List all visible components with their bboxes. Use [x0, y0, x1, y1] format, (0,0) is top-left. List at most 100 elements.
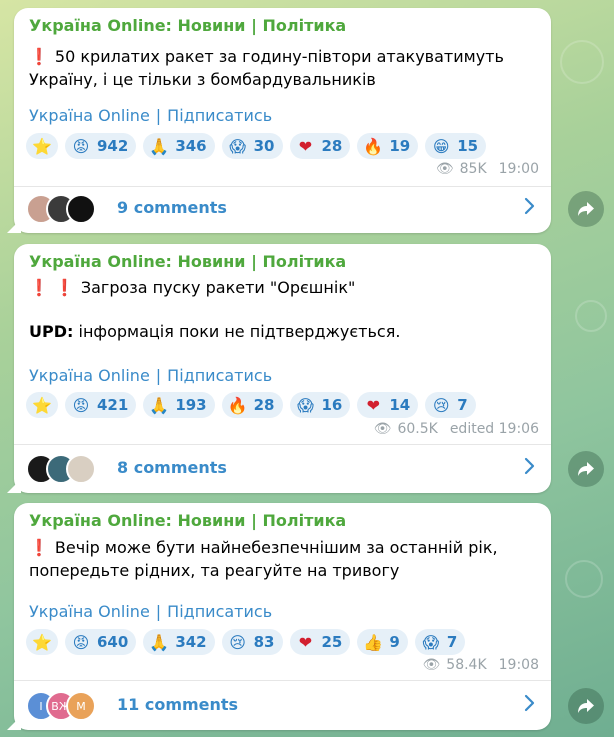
reaction-scream[interactable]: 😱 30 — [221, 133, 283, 159]
post-update: UPD: інформація поки не підтверджується. — [29, 322, 401, 341]
channel-name[interactable]: Україна Online: Новини | Політика — [29, 16, 346, 35]
reaction-fire[interactable]: 🔥 28 — [221, 392, 283, 418]
avatar: М — [66, 691, 96, 721]
channel-link[interactable]: Україна Online — [29, 106, 150, 125]
share-arrow-icon — [578, 699, 594, 713]
avatar — [66, 194, 96, 224]
folded-hands-icon: 🙏 — [149, 395, 170, 415]
share-button[interactable] — [568, 451, 604, 487]
eye-icon: 👁 — [435, 161, 454, 177]
eye-icon: 👁 — [422, 657, 441, 673]
reaction-grin[interactable]: 😁 15 — [425, 133, 487, 159]
background-doodle — [565, 560, 603, 598]
reaction-scream[interactable]: 😱 7 — [414, 629, 466, 655]
reaction-fire[interactable]: 🔥 19 — [357, 133, 419, 159]
crying-face-icon: 😢 — [229, 632, 246, 652]
comments-count[interactable]: 11 comments — [117, 695, 238, 714]
reactions-bar: ⭐ 😡 421 🙏 193 🔥 28 😱 16 ❤ 14 😢 7 — [26, 392, 476, 418]
folded-hands-icon: 🙏 — [149, 632, 170, 652]
reactions-bar: ⭐ 😡 640 🙏 342 😢 83 ❤ 25 👍 9 😱 7 — [26, 629, 466, 655]
reaction-angry[interactable]: 😡 640 — [65, 629, 137, 655]
channel-post: Україна Online: Новини | Політика ❗ ❗ Загр… — [7, 244, 551, 493]
share-button[interactable] — [568, 688, 604, 724]
fire-icon: 🔥 — [363, 136, 384, 156]
channel-post: Україна Online: Новини | Політика ❗ Вечір… — [7, 503, 551, 730]
reaction-pray[interactable]: 🙏 346 — [143, 133, 215, 159]
reactions-bar: ⭐ 😡 942 🙏 346 😱 30 ❤ 28 🔥 19 😁 15 — [26, 133, 487, 159]
commenter-avatars: І ВЖ М — [26, 691, 96, 721]
post-time: 19:00 — [498, 161, 539, 177]
reaction-scream[interactable]: 😱 16 — [289, 392, 351, 418]
exclamation-icon: ❗ — [29, 278, 49, 297]
reaction-angry[interactable]: 😡 421 — [65, 392, 137, 418]
commenter-avatars — [26, 454, 96, 484]
grin-face-icon: 😁 — [432, 136, 450, 156]
comments-row[interactable]: 9 comments — [14, 183, 551, 233]
reaction-star[interactable]: ⭐ — [26, 133, 58, 159]
share-button[interactable] — [568, 191, 604, 227]
share-arrow-icon — [578, 202, 594, 216]
chevron-right-icon[interactable] — [523, 694, 537, 712]
comments-row[interactable]: 8 comments — [14, 443, 551, 493]
angry-face-icon: 😡 — [72, 136, 90, 156]
post-text: ❗ Вечір може бути найнебезпечнішим за ост… — [29, 538, 498, 580]
eye-icon: 👁 — [373, 421, 392, 437]
post-meta: 👁 60.5K edited 19:06 — [374, 421, 539, 437]
subscribe-link[interactable]: Підписатись — [167, 602, 272, 621]
reaction-star[interactable]: ⭐ — [26, 392, 58, 418]
folded-hands-icon: 🙏 — [149, 136, 170, 156]
heart-icon: ❤ — [298, 136, 313, 156]
comments-row[interactable]: І ВЖ М 11 comments — [14, 680, 551, 730]
post-text: ❗ ❗ Загроза пуску ракети "Орєшнік" — [29, 278, 356, 297]
background-doodle — [560, 40, 604, 84]
channel-link[interactable]: Україна Online — [29, 366, 150, 385]
angry-face-icon: 😡 — [72, 632, 90, 652]
reaction-heart[interactable]: ❤ 14 — [357, 392, 419, 418]
post-time: 19:08 — [498, 657, 539, 673]
view-count: 85K — [459, 161, 487, 177]
reaction-cry[interactable]: 😢 7 — [425, 392, 476, 418]
exclamation-icon: ❗ — [29, 538, 49, 557]
screaming-face-icon: 😱 — [297, 395, 314, 415]
comments-count[interactable]: 8 comments — [117, 458, 227, 477]
reaction-heart[interactable]: ❤ 28 — [289, 133, 351, 159]
reaction-thumbs-up[interactable]: 👍 9 — [357, 629, 408, 655]
chevron-right-icon[interactable] — [523, 457, 537, 475]
view-count: 58.4K — [446, 657, 487, 673]
channel-name[interactable]: Україна Online: Новини | Політика — [29, 511, 346, 530]
angry-face-icon: 😡 — [72, 395, 90, 415]
avatar — [66, 454, 96, 484]
screaming-face-icon: 😱 — [229, 136, 246, 156]
post-text: ❗ 50 крилатих ракет за годину-півтори ата… — [29, 47, 504, 89]
reaction-angry[interactable]: 😡 942 — [65, 133, 137, 159]
exclamation-icon: ❗ — [54, 278, 75, 297]
comments-count[interactable]: 9 comments — [117, 198, 227, 217]
view-count: 60.5K — [397, 421, 438, 437]
exclamation-icon: ❗ — [29, 47, 49, 66]
subscribe-link[interactable]: Підписатись — [167, 366, 272, 385]
screaming-face-icon: 😱 — [422, 632, 440, 652]
fire-icon: 🔥 — [227, 395, 248, 415]
post-time: edited 19:06 — [449, 421, 539, 437]
reaction-pray[interactable]: 🙏 193 — [143, 392, 215, 418]
heart-icon: ❤ — [298, 632, 313, 652]
star-icon: ⭐ — [32, 136, 52, 156]
thumbs-up-icon: 👍 — [363, 632, 384, 652]
channel-link[interactable]: Україна Online — [29, 602, 150, 621]
post-links: Україна Online | Підписатись — [29, 602, 273, 621]
chevron-right-icon[interactable] — [523, 197, 537, 215]
post-links: Україна Online | Підписатись — [29, 366, 273, 385]
share-arrow-icon — [578, 462, 594, 476]
crying-face-icon: 😢 — [432, 395, 450, 415]
post-meta: 👁 85K 19:00 — [436, 161, 539, 177]
reaction-star[interactable]: ⭐ — [26, 629, 58, 655]
subscribe-link[interactable]: Підписатись — [167, 106, 272, 125]
reaction-heart[interactable]: ❤ 25 — [289, 629, 351, 655]
reaction-pray[interactable]: 🙏 342 — [143, 629, 215, 655]
channel-name[interactable]: Україна Online: Новини | Політика — [29, 252, 346, 271]
reaction-cry[interactable]: 😢 83 — [221, 629, 283, 655]
star-icon: ⭐ — [32, 632, 52, 652]
channel-post: Україна Online: Новини | Політика ❗ 50 кр… — [7, 8, 551, 233]
commenter-avatars — [26, 194, 96, 224]
star-icon: ⭐ — [32, 395, 52, 415]
